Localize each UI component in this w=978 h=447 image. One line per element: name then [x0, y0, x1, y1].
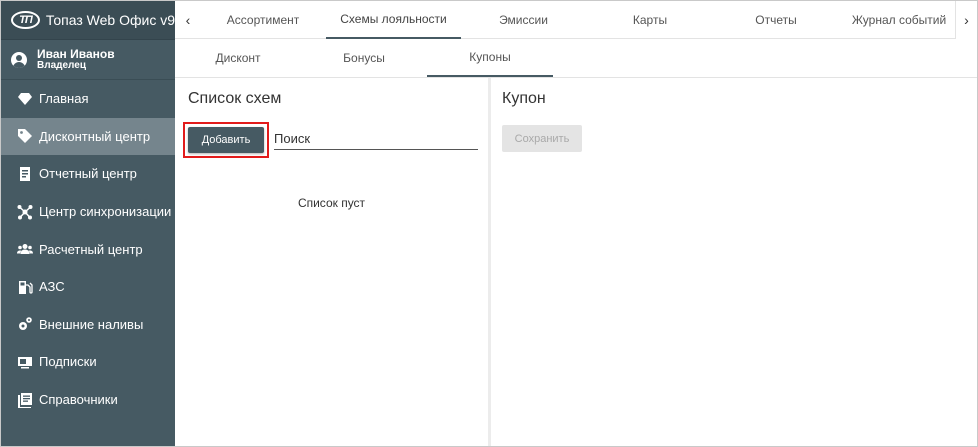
sidebar-item-azs[interactable]: АЗС	[1, 268, 175, 306]
main-tabs: ‹ Ассортимент Схемы лояльности Эмиссии К…	[175, 1, 977, 39]
schemes-list-panel: Список схем Добавить Список пуст	[175, 78, 488, 446]
add-button[interactable]: Добавить	[188, 127, 264, 153]
tab-event-log[interactable]: Журнал событий	[844, 1, 954, 39]
fuel-station-icon	[17, 279, 33, 295]
add-button-highlight: Добавить	[183, 122, 269, 158]
tab-loyalty-schemes[interactable]: Схемы лояльности	[326, 1, 461, 39]
sidebar-item-label: АЗС	[39, 279, 65, 295]
sidebar-item-billing-center[interactable]: Расчетный центр	[1, 230, 175, 268]
app-header[interactable]: ТП Топаз Web Офис v9	[1, 1, 175, 40]
sidebar-item-label: Расчетный центр	[39, 241, 143, 257]
sidebar-item-discount-center[interactable]: Дисконтный центр	[1, 117, 175, 156]
sidebar-item-report-center[interactable]: Отчетный центр	[1, 155, 175, 193]
user-role: Владелец	[37, 59, 86, 71]
users-icon	[17, 241, 33, 257]
user-avatar-icon	[11, 51, 27, 68]
sidebar-nav: Главная Дисконтный центр Отчетный центр …	[1, 80, 175, 418]
sidebar-item-directories[interactable]: Справочники	[1, 381, 175, 419]
sidebar-item-label: Отчетный центр	[39, 166, 137, 182]
sidebar: ТП Топаз Web Офис v9 Иван Иванов Владеле…	[1, 1, 175, 446]
topaz-logo-icon: ТП	[11, 11, 40, 29]
sidebar-item-label: Центр синхронизации	[39, 204, 172, 220]
user-name: Иван Иванов	[37, 46, 115, 61]
schemes-list-title: Список схем	[188, 90, 282, 107]
network-icon	[17, 204, 33, 220]
tabs-scroll-left-icon[interactable]: ‹	[177, 1, 199, 39]
tab-reports[interactable]: Отчеты	[718, 1, 834, 39]
tab-assortment[interactable]: Ассортимент	[205, 1, 321, 39]
diamond-icon	[17, 91, 33, 107]
sidebar-item-external-fills[interactable]: Внешние наливы	[1, 306, 175, 344]
user-profile[interactable]: Иван Иванов Владелец	[1, 40, 175, 80]
sidebar-item-label: Дисконтный центр	[39, 128, 151, 144]
empty-list-message: Список пуст	[297, 196, 366, 210]
coupon-panel: Купон Сохранить	[491, 78, 977, 446]
tab-cards[interactable]: Карты	[592, 1, 708, 39]
subtab-bonuses[interactable]: Бонусы	[301, 39, 427, 77]
report-icon	[17, 166, 33, 182]
sidebar-item-label: Главная	[39, 91, 89, 107]
sidebar-item-subscriptions[interactable]: Подписки	[1, 343, 175, 381]
tag-icon	[17, 128, 33, 144]
sub-tabs: Дисконт Бонусы Купоны	[175, 39, 977, 78]
tab-emissions[interactable]: Эмиссии	[465, 1, 582, 39]
save-button[interactable]: Сохранить	[502, 125, 582, 152]
app-title: Топаз Web Офис v9	[45, 12, 175, 28]
book-icon	[17, 392, 33, 408]
sidebar-item-sync-center[interactable]: Центр синхронизации	[1, 193, 175, 231]
sidebar-item-label: Внешние наливы	[39, 316, 144, 332]
search-input[interactable]	[274, 128, 478, 150]
tabs-scroll-right-icon[interactable]: ›	[955, 1, 977, 39]
sidebar-item-label: Подписки	[39, 354, 97, 370]
subtab-coupons[interactable]: Купоны	[427, 39, 553, 77]
sidebar-item-home[interactable]: Главная	[1, 80, 175, 118]
subtab-discount[interactable]: Дисконт	[175, 39, 301, 77]
subscription-icon	[17, 354, 33, 370]
coupon-title: Купон	[502, 90, 546, 107]
gears-icon	[17, 316, 33, 332]
sidebar-item-label: Справочники	[39, 392, 118, 408]
